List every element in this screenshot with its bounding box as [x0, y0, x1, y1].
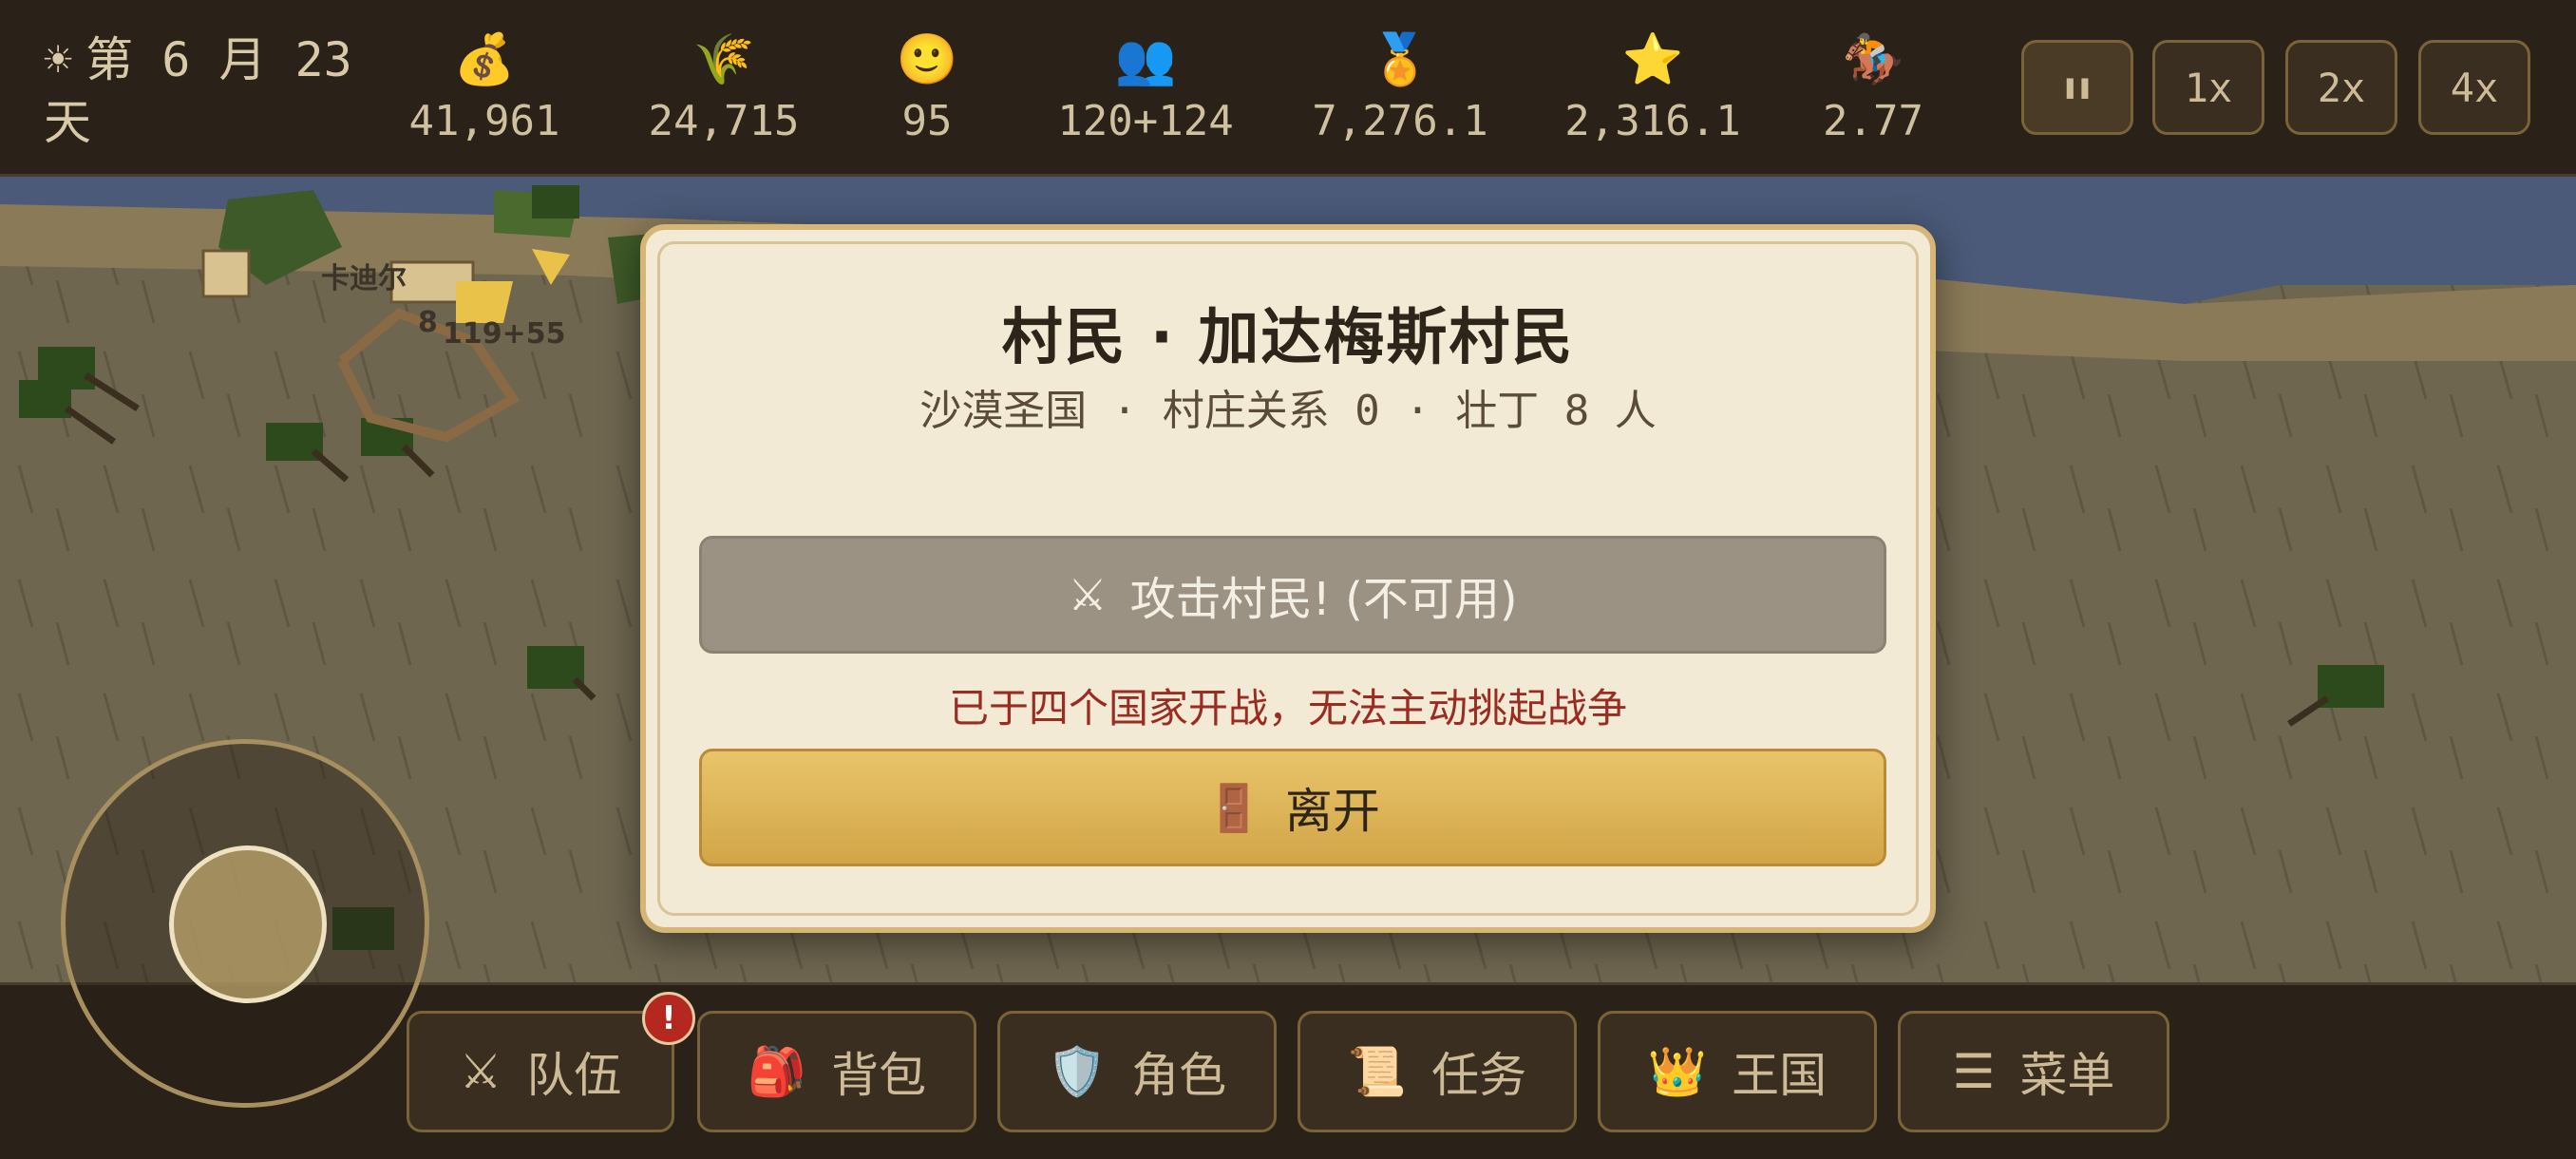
kingdom-button[interactable]: 👑 王国 — [1598, 1011, 1877, 1132]
happiness-icon: 🙂 — [896, 31, 958, 88]
stat-speed: 🏇 2.77 — [1778, 28, 1968, 150]
nav-label: 王国 — [1732, 1048, 1828, 1103]
pause-icon: ❚❚ — [2062, 73, 2093, 102]
dialog-subtitle: 沙漠圣国 · 村庄关系 0 · 壮丁 8 人 — [919, 387, 1657, 435]
speed-4x-button[interactable]: 4x — [2418, 40, 2530, 135]
stat-renown: ⭐ 2,316.1 — [1558, 28, 1748, 150]
leave-button-label: 离开 — [1284, 784, 1380, 839]
unit-count-label: 8 — [418, 306, 438, 339]
stat-happiness: 🙂 95 — [832, 28, 1022, 150]
pause-button[interactable]: ❚❚ — [2021, 40, 2133, 135]
nav-label: 背包 — [831, 1048, 927, 1103]
attack-button-label: 攻击村民! (不可用) — [1129, 573, 1518, 626]
army-size-label: 119+55 — [443, 317, 566, 351]
swords-icon: ⚔ — [459, 1044, 502, 1099]
quests-button[interactable]: 📜 任务 — [1297, 1011, 1577, 1132]
team-button[interactable]: ⚔ 队伍 — [407, 1011, 674, 1132]
stat-value: 2.77 — [1823, 97, 1923, 145]
nav-label: 菜单 — [2019, 1048, 2115, 1103]
date-text: 第 6 月 23 天 — [44, 32, 352, 150]
stat-value: 95 — [901, 97, 953, 145]
backpack-button[interactable]: 🎒 背包 — [697, 1011, 976, 1132]
village-name-label[interactable]: 卡迪尔 — [321, 255, 407, 296]
attack-villagers-button[interactable]: ⚔ 攻击村民! (不可用) — [699, 536, 1886, 654]
nav-label: 任务 — [1431, 1048, 1527, 1103]
stat-value: 2,316.1 — [1564, 97, 1741, 145]
scroll-icon: 📜 — [1347, 1043, 1408, 1099]
backpack-icon: 🎒 — [747, 1043, 807, 1099]
stat-honor: 🏅 7,276.1 — [1305, 28, 1495, 150]
money-bag-icon: 💰 — [453, 31, 516, 88]
grain-icon: 🌾 — [692, 31, 755, 88]
menu-button[interactable]: ☰ 菜单 — [1898, 1011, 2169, 1132]
joystick-knob[interactable] — [169, 846, 327, 1003]
population-icon: 👥 — [1114, 31, 1177, 88]
village-dialog: 村民 · 加达梅斯村民 沙漠圣国 · 村庄关系 0 · 壮丁 8 人 ⚔ 攻击村… — [640, 224, 1936, 933]
swords-icon: ⚔ — [1068, 569, 1108, 620]
speed-1x-button[interactable]: 1x — [2152, 40, 2264, 135]
war-warning-text: 已于四个国家开战，无法主动挑起战争 — [948, 685, 1627, 732]
dialog-title: 村民 · 加达梅斯村民 — [1001, 303, 1575, 373]
stat-gold: 💰 41,961 — [389, 28, 579, 150]
date-display: ☀ 第 6 月 23 天 — [44, 28, 367, 154]
speed-2x-button[interactable]: 2x — [2285, 40, 2397, 135]
stat-grain: 🌾 24,715 — [629, 28, 819, 150]
stat-value: 120+124 — [1057, 97, 1234, 145]
stat-population: 👥 120+124 — [1051, 28, 1241, 150]
character-button[interactable]: 🛡️ 角色 — [997, 1011, 1277, 1132]
notification-badge: ! — [642, 992, 695, 1045]
shield-icon: 🛡️ — [1047, 1043, 1108, 1099]
sun-icon: ☀ — [44, 32, 73, 87]
stat-value: 24,715 — [648, 97, 800, 145]
crown-icon: 👑 — [1647, 1043, 1708, 1099]
star-icon: ⭐ — [1621, 31, 1684, 88]
medal-icon: 🏅 — [1369, 31, 1431, 88]
top-status-bar: ☀ 第 6 月 23 天 💰 41,961 🌾 24,715 🙂 95 👥 120… — [0, 0, 2576, 177]
stat-value: 7,276.1 — [1312, 97, 1488, 145]
door-icon: 🚪 — [1205, 781, 1262, 835]
stat-value: 41,961 — [408, 97, 560, 145]
leave-button[interactable]: 🚪 离开 — [699, 749, 1886, 866]
menu-icon: ☰ — [1952, 1044, 1996, 1099]
nav-label: 队伍 — [526, 1048, 622, 1103]
horse-rider-icon: 🏇 — [1842, 31, 1904, 88]
nav-label: 角色 — [1131, 1048, 1227, 1103]
